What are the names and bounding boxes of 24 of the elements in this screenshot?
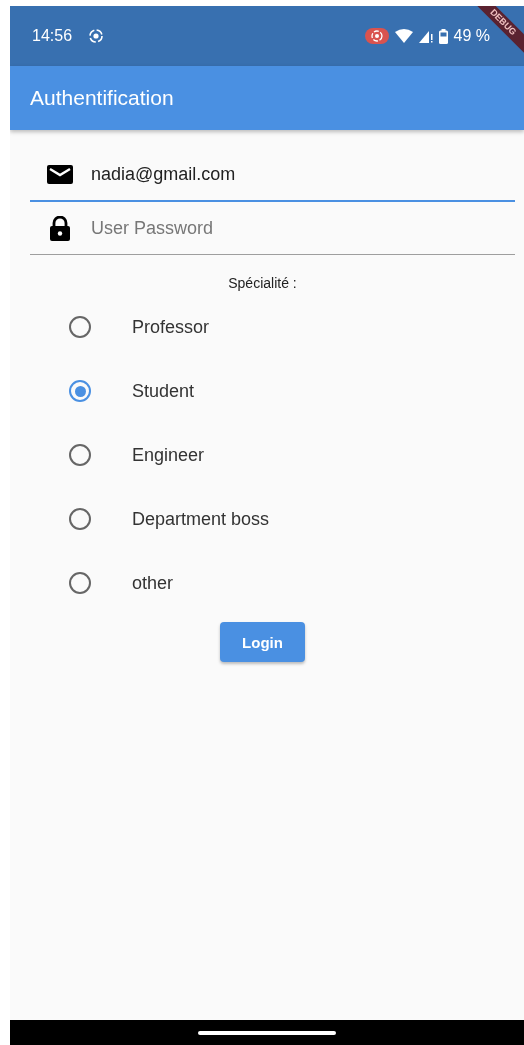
radio-button[interactable]: [69, 508, 91, 530]
option-label[interactable]: Engineer: [132, 444, 205, 466]
screen-record-icon: [88, 28, 105, 44]
battery-percentage: 49 %: [453, 27, 490, 45]
radio-button[interactable]: [69, 316, 91, 338]
password-field[interactable]: User Password: [30, 202, 515, 255]
radio-button[interactable]: [69, 572, 91, 594]
specialty-label: Spécialité :: [227, 275, 298, 291]
option-label[interactable]: other: [132, 572, 174, 594]
email-field[interactable]: nadia@gmail.com: [30, 148, 515, 202]
status-time: 14:56: [32, 27, 73, 45]
radio-button[interactable]: [69, 380, 91, 402]
mail-icon: [47, 164, 73, 184]
option-label[interactable]: Professor: [132, 316, 210, 338]
app-bar-title: Authentification: [30, 86, 174, 110]
lock-icon: [49, 215, 71, 241]
wifi-icon: [394, 29, 413, 43]
option-label[interactable]: Department boss: [132, 508, 270, 530]
home-handle[interactable]: [198, 1030, 336, 1035]
battery-icon: [438, 28, 448, 44]
option-label[interactable]: Student: [132, 380, 195, 402]
signal-icon: [418, 29, 433, 43]
radio-button[interactable]: [69, 444, 91, 466]
recording-icon: [364, 28, 389, 44]
